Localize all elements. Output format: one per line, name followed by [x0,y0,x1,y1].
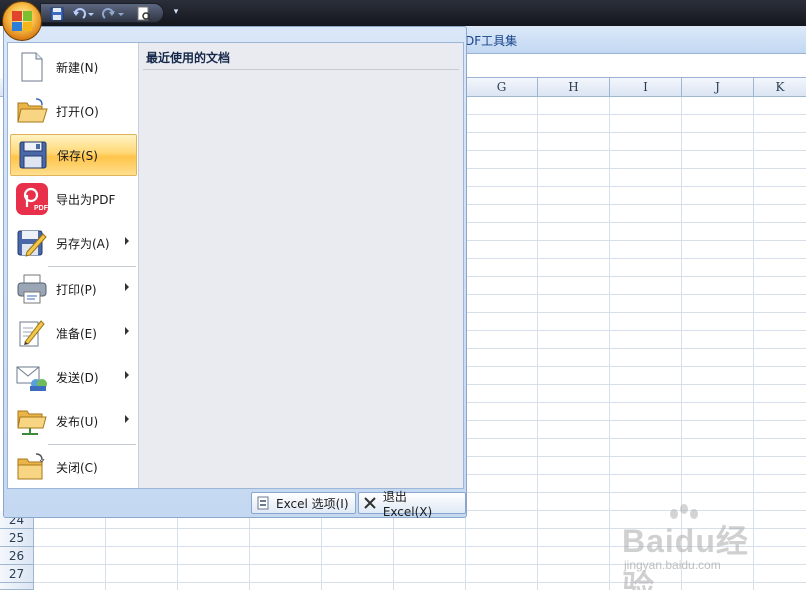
save-icon[interactable] [49,6,65,22]
menu-item-label: 发布(U) [56,414,99,429]
undo-icon[interactable] [71,6,95,22]
menu-item-label: 导出为PDF [56,192,116,207]
recent-documents-panel: 最近使用的文档 [138,43,463,488]
submenu-arrow-icon [125,415,129,423]
send-icon [15,360,49,394]
print-preview-icon[interactable] [135,6,153,22]
formula-bar[interactable] [462,54,806,78]
recent-documents-divider [143,69,459,70]
recent-documents-title: 最近使用的文档 [146,51,231,65]
row-header-25[interactable]: 25 [0,529,34,547]
open-folder-icon [15,94,49,128]
tab-pdf-tools[interactable]: DF工具集 [465,32,517,49]
office-menu-commands: 新建(N) 打开(O) 保存(S) PDF 导出为PDF 另存为(A) 打印(P… [8,43,138,488]
row-header-27[interactable]: 27 [0,565,34,583]
office-menu: 新建(N) 打开(O) 保存(S) PDF 导出为PDF 另存为(A) 打印(P… [3,26,467,519]
menu-item-label: 打开(O) [56,104,99,119]
column-header-g[interactable]: G [466,78,538,97]
menu-item-label: 发送(D) [56,370,99,385]
watermark: Baidu经验 jingyan.baidu.com [616,502,776,590]
quick-access-toolbar [40,3,164,23]
office-menu-body: 新建(N) 打开(O) 保存(S) PDF 导出为PDF 另存为(A) 打印(P… [7,42,464,489]
menu-divider [48,266,136,267]
menu-item-label: 另存为(A) [56,236,110,251]
pdf-icon: PDF [15,182,49,216]
close-icon [363,496,377,510]
prepare-icon [15,316,49,350]
submenu-arrow-icon [125,327,129,335]
close-folder-icon [15,450,49,484]
column-header-i[interactable]: I [610,78,682,97]
menu-item-print[interactable]: 打印(P) [10,268,137,310]
menu-item-prepare[interactable]: 准备(E) [10,312,137,354]
menu-item-save-as[interactable]: 另存为(A) [10,222,137,264]
menu-item-open[interactable]: 打开(O) [10,90,137,132]
printer-icon [15,272,49,306]
menu-item-label: 关闭(C) [56,460,98,475]
menu-item-save[interactable]: 保存(S) [10,134,137,176]
row-header-28[interactable] [0,583,34,590]
customize-toolbar-icon[interactable]: ▾ [170,5,182,19]
submenu-arrow-icon [125,283,129,291]
menu-item-label: 新建(N) [56,60,99,75]
exit-excel-button[interactable]: 退出 Excel(X) [358,490,466,519]
save-icon [16,138,50,172]
menu-item-send[interactable]: 发送(D) [10,356,137,398]
publish-icon [15,404,49,438]
column-header-k[interactable]: K [754,78,806,97]
menu-item-close[interactable]: 关闭(C) [10,446,137,488]
row-header-26[interactable]: 26 [0,547,34,565]
exit-excel-label: 退出 Excel(X) [382,489,433,519]
options-icon [256,496,270,510]
column-header-h[interactable]: H [538,78,610,97]
svg-text:PDF: PDF [34,205,48,212]
save-as-icon [15,226,49,260]
menu-item-new[interactable]: 新建(N) [10,46,137,88]
menu-item-label: 打印(P) [56,282,97,297]
title-bar: ▾ [0,0,806,26]
excel-options-label: Excel 选项(I) [276,496,349,511]
redo-icon[interactable] [101,6,125,22]
menu-item-label: 保存(S) [57,148,98,163]
excel-options-button[interactable]: Excel 选项(I) [251,492,356,514]
watermark-subtext: jingyan.baidu.com [624,558,721,572]
menu-item-label: 准备(E) [56,326,97,341]
new-document-icon [15,50,49,84]
menu-item-export-pdf[interactable]: PDF 导出为PDF [10,178,137,220]
submenu-arrow-icon [125,237,129,245]
watermark-text: Baidu经验 [622,523,749,590]
menu-divider [48,444,136,445]
column-header-j[interactable]: J [682,78,754,97]
submenu-arrow-icon [125,371,129,379]
office-button[interactable] [2,1,42,41]
office-logo-icon [12,11,32,31]
menu-item-publish[interactable]: 发布(U) [10,400,137,442]
